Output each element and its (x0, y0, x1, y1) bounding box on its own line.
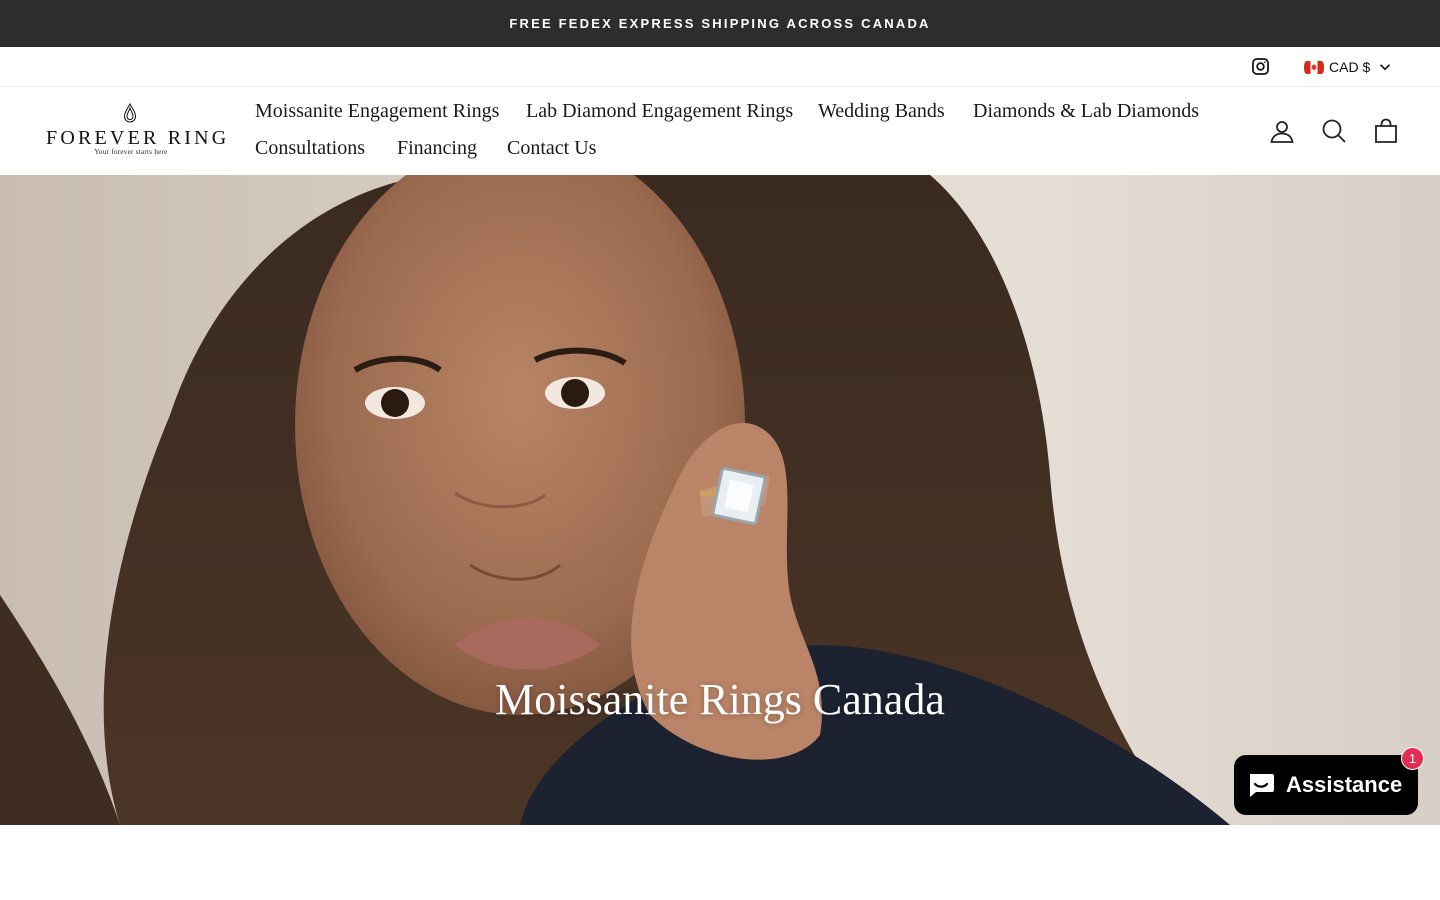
announcement-bar: FREE FEDEX EXPRESS SHIPPING ACROSS CANAD… (0, 0, 1440, 47)
announcement-text: FREE FEDEX EXPRESS SHIPPING ACROSS CANAD… (509, 16, 931, 31)
nav-moissanite-engagement-rings[interactable]: Moissanite Engagement Rings (255, 99, 499, 123)
nav-financing[interactable]: Financing (397, 136, 477, 160)
chat-bubble-icon (1250, 774, 1274, 797)
cart-icon[interactable] (1373, 118, 1399, 144)
gem-icon (123, 103, 137, 123)
currency-label: CAD $ (1329, 59, 1371, 75)
chevron-down-icon (1380, 64, 1391, 71)
brand-name: FOREVER RING (46, 127, 230, 149)
currency-selector[interactable]: CAD $ (1304, 58, 1392, 76)
nav-wedding-bands[interactable]: Wedding Bands (818, 99, 945, 123)
utility-bar: CAD $ (0, 47, 1440, 87)
brand-tagline: Your forever starts here (94, 148, 168, 156)
brand-logo[interactable]: FOREVER RING Your forever starts here (46, 103, 230, 161)
assistance-label: Assistance (1286, 772, 1403, 797)
notification-badge: 1 (1401, 747, 1424, 770)
instagram-icon[interactable] (1251, 57, 1270, 76)
hero-title: Moissanite Rings Canada (495, 675, 945, 724)
assistance-chat-button[interactable]: Assistance (1234, 755, 1418, 815)
search-icon[interactable] (1321, 118, 1347, 144)
nav-diamonds-lab-diamonds[interactable]: Diamonds & Lab Diamonds (973, 99, 1199, 123)
hero-banner: Moissanite Rings Canada (0, 175, 1440, 825)
nav-lab-diamond-engagement-rings[interactable]: Lab Diamond Engagement Rings (526, 99, 793, 123)
canada-flag-icon (1304, 60, 1324, 74)
site-header: FOREVER RING Your forever starts here Mo… (0, 87, 1440, 175)
account-icon[interactable] (1269, 118, 1295, 144)
nav-consultations[interactable]: Consultations (255, 136, 365, 160)
nav-contact-us[interactable]: Contact Us (507, 136, 596, 160)
